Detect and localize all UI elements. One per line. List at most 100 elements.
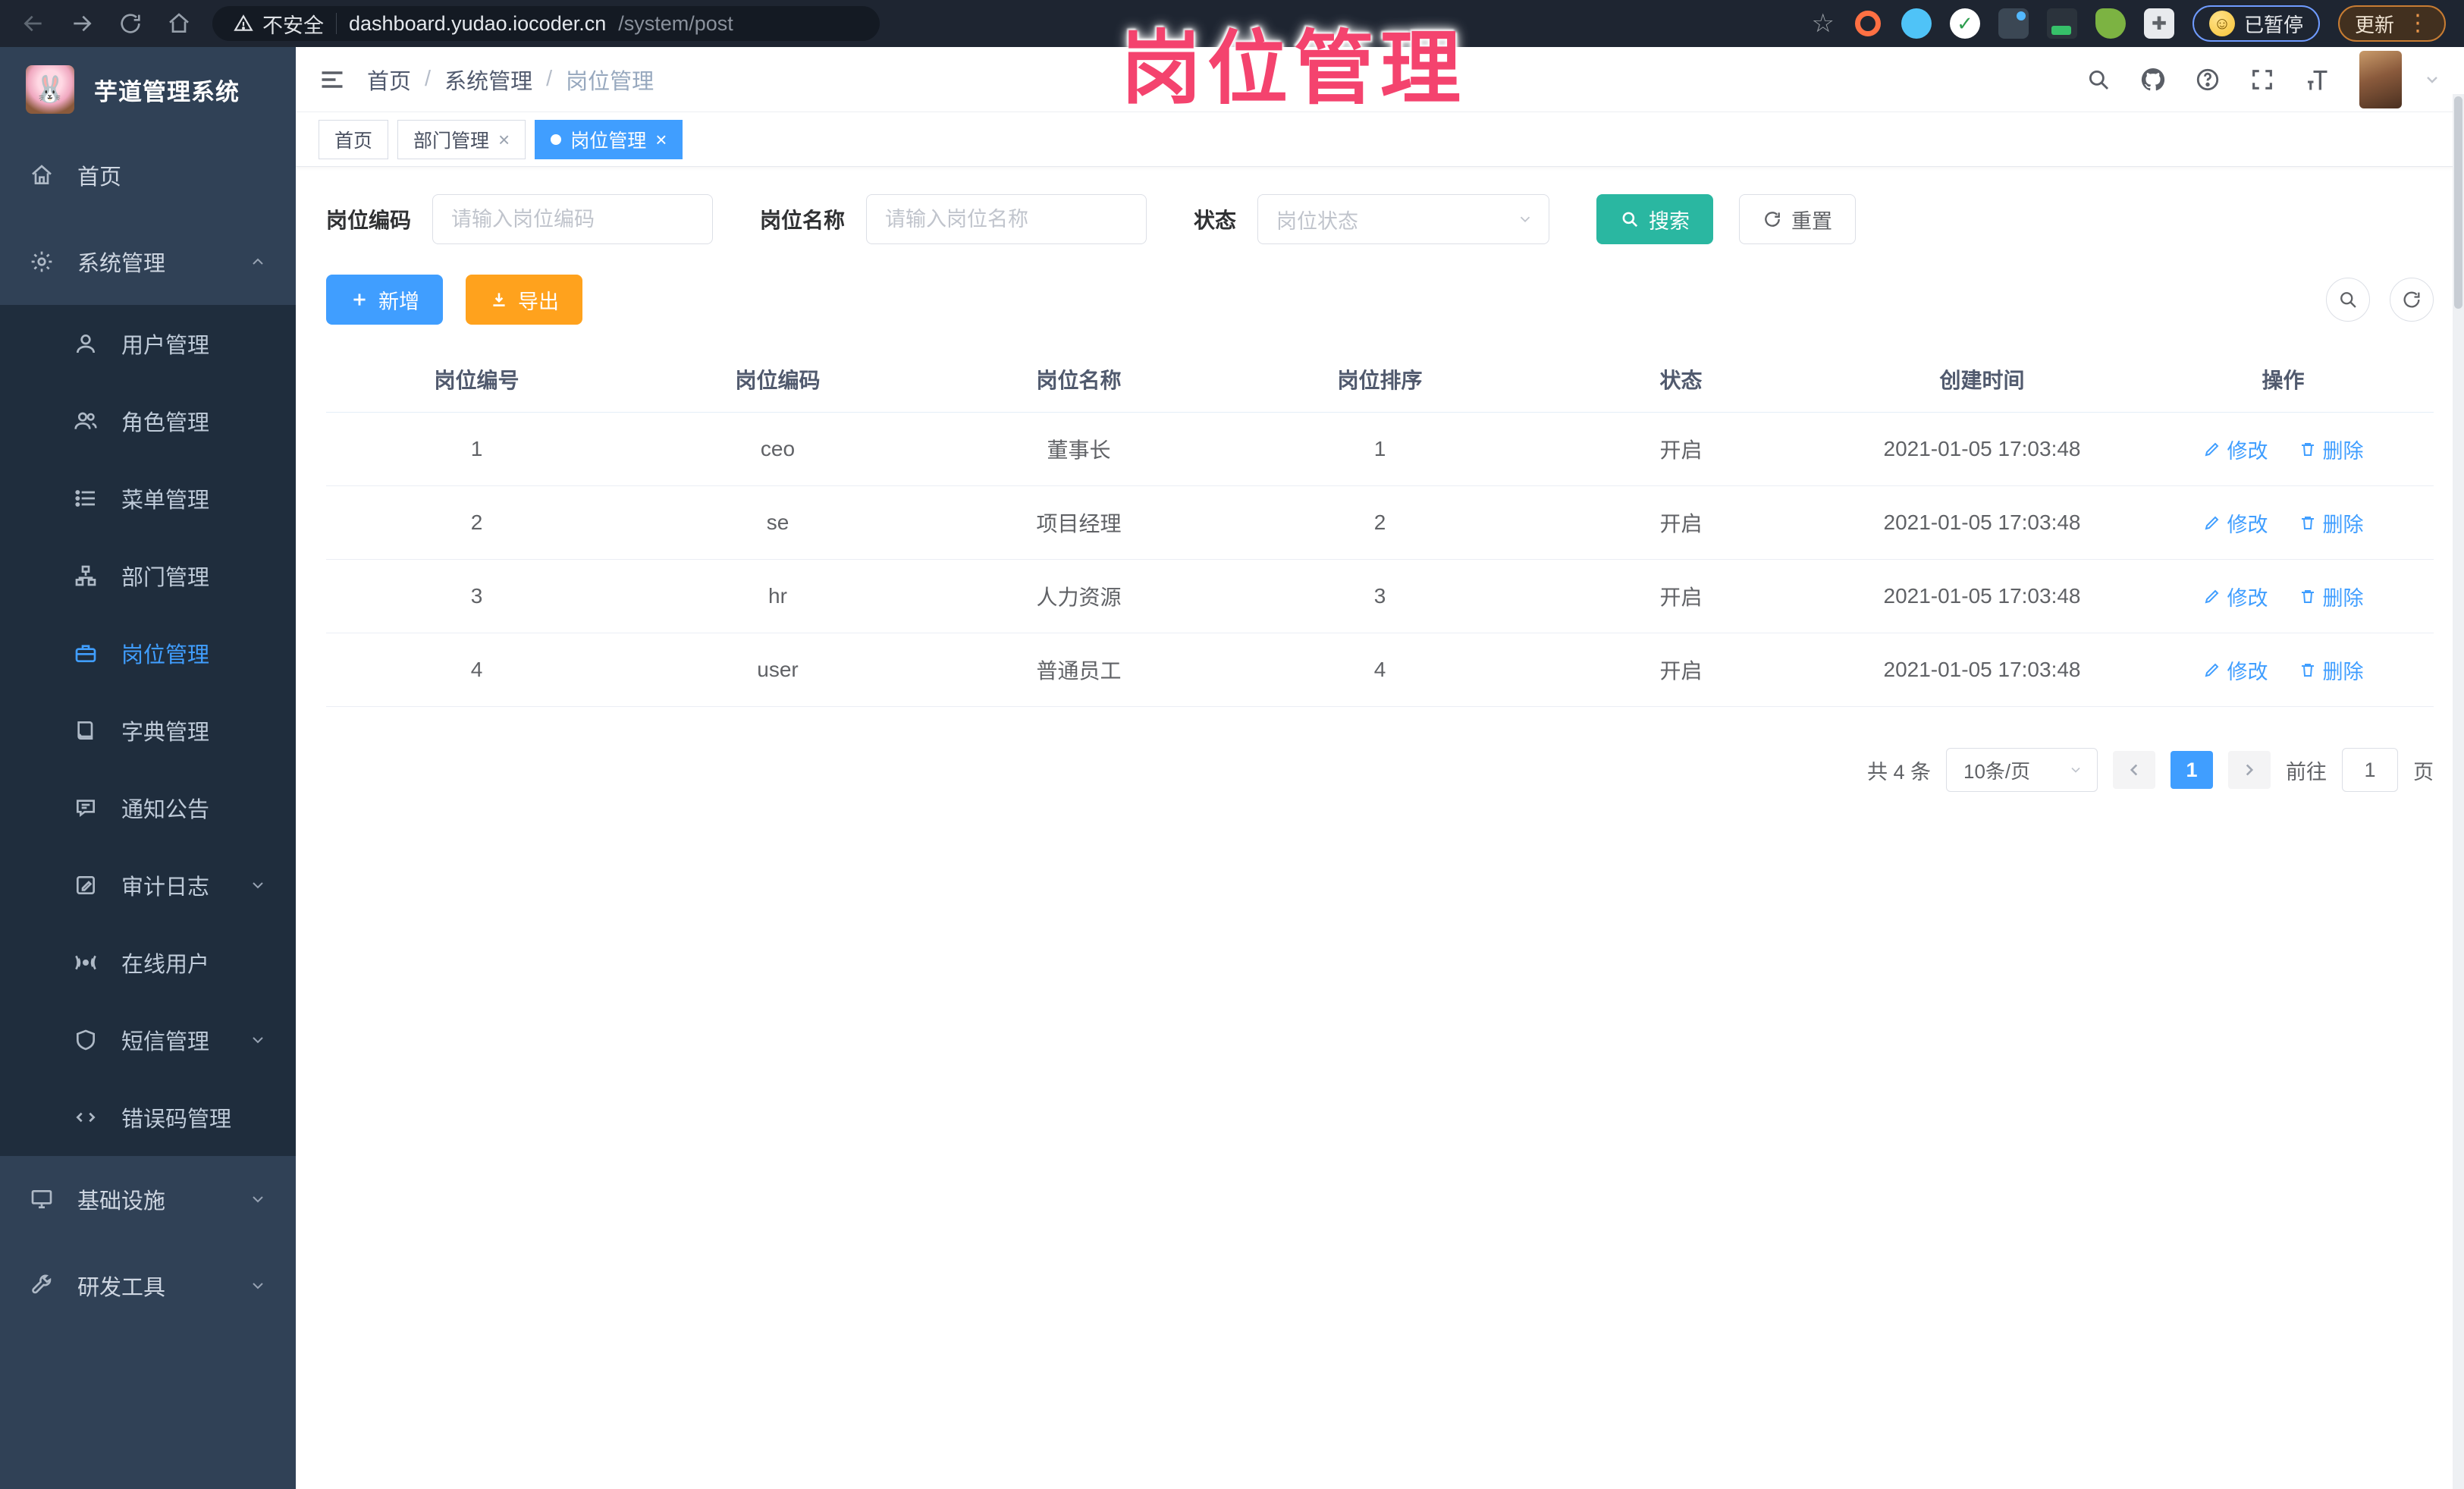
goto-page-input[interactable] [2342,748,2398,792]
update-label: 更新 [2354,13,2394,36]
search-icon[interactable] [2082,63,2115,96]
cell-post-sort: 3 [1373,584,1386,608]
search-button[interactable]: 搜索 [1596,194,1714,244]
reset-button[interactable]: 重置 [1739,194,1857,244]
table-row: 2 se 项目经理 2 开启 2021-01-05 17:03:48 修改 删除 [326,486,2434,560]
browser-forward-icon[interactable] [67,8,97,39]
extension-icon-3[interactable]: ✓ [1949,8,1980,39]
page-unit-label: 页 [2413,760,2434,784]
status-select[interactable]: 岗位状态 [1257,194,1550,244]
sidebar-toggle-icon[interactable] [319,66,346,93]
next-page-button[interactable] [2228,751,2271,789]
search-form: 岗位编码 岗位名称 状态 岗位状态 搜索 [326,194,2434,244]
cell-operations: 修改 删除 [2133,435,2434,464]
sidebar-item-devtools[interactable]: 研发工具 [0,1242,296,1329]
pencil-icon [2205,589,2218,604]
font-size-icon[interactable] [2300,63,2334,96]
page-size-select[interactable]: 10条/页 [1946,748,2098,792]
sidebar-item-auditlog[interactable]: 审计日志 [0,847,296,924]
bookmark-star-icon[interactable]: ☆ [1811,11,1834,36]
pencil-icon [2205,663,2218,677]
paused-badge[interactable]: ☺ 已暂停 [2192,5,2320,42]
refresh-table-button[interactable] [2390,278,2434,322]
delete-label: 删除 [2322,660,2364,683]
github-icon[interactable] [2136,63,2170,96]
sidebar-item-users[interactable]: 用户管理 [0,305,296,382]
users-icon [73,409,99,433]
sidebar-item-menus[interactable]: 菜单管理 [0,460,296,537]
chevron-down-icon [2068,762,2083,777]
breadcrumb-home[interactable]: 首页 [367,64,411,96]
sidebar-item-online-users[interactable]: 在线用户 [0,924,296,1001]
cell-created: 2021-01-05 17:03:48 [1883,510,2081,534]
edit-link[interactable]: 修改 [2203,508,2268,538]
security-label: 不安全 [262,14,324,37]
delete-link[interactable]: 删除 [2299,508,2364,538]
browser-refresh-icon[interactable] [115,8,146,39]
edit-link[interactable]: 修改 [2203,435,2268,464]
cell-post-name: 董事长 [1047,438,1111,462]
cell-post-code: ceo [760,437,796,460]
fullscreen-icon[interactable] [2246,63,2279,96]
status-label: 状态 [1194,209,1237,232]
sidebar-item-notice[interactable]: 通知公告 [0,769,296,847]
toggle-search-button[interactable] [2326,278,2370,322]
sidebar-item-infra[interactable]: 基础设施 [0,1156,296,1242]
close-icon[interactable]: × [655,130,667,149]
cell-post-name: 人力资源 [1036,586,1122,609]
sidebar-item-errorcode[interactable]: 错误码管理 [0,1079,296,1156]
tab-departments[interactable]: 部门管理 × [397,119,526,159]
signal-icon [73,950,99,975]
pagination: 共 4 条 10条/页 1 前往 页 [326,748,2434,792]
close-icon[interactable]: × [498,130,510,149]
sidebar-item-system[interactable]: 系统管理 [0,218,296,305]
sidebar-item-home[interactable]: 首页 [0,132,296,218]
post-code-input[interactable] [432,194,714,244]
window-scrollbar[interactable] [2453,94,2464,1489]
app-logo-row[interactable]: 🐰 芋道管理系统 [0,47,296,132]
security-warning[interactable]: 不安全 [234,9,324,39]
add-button[interactable]: 新增 [326,275,443,325]
sidebar-item-posts[interactable]: 岗位管理 [0,614,296,692]
sidebar-item-sms[interactable]: 短信管理 [0,1001,296,1079]
tab-posts[interactable]: 岗位管理 × [535,119,683,159]
address-bar[interactable]: 不安全 dashboard.yudao.iocoder.cn/system/po… [212,6,880,41]
chevron-down-icon[interactable] [2423,71,2441,89]
user-avatar[interactable] [2359,50,2402,108]
sidebar-item-departments[interactable]: 部门管理 [0,537,296,614]
extensions-puzzle-icon[interactable]: ✚ [2143,8,2174,39]
extension-icon-2[interactable] [1901,8,1932,39]
extension-icon-5[interactable] [2046,8,2077,39]
sidebar-item-roles[interactable]: 角色管理 [0,382,296,460]
browser-menu-icon[interactable]: ⋮ [2406,12,2429,35]
edit-link[interactable]: 修改 [2203,582,2268,611]
extension-icon-6[interactable] [2095,8,2126,39]
cell-post-id: 1 [470,437,483,460]
chevron-down-icon [249,1031,267,1049]
browser-update-button[interactable]: 更新 ⋮ [2337,5,2446,42]
delete-label: 删除 [2322,586,2364,610]
column-header: 岗位名称 [1036,368,1122,392]
delete-link[interactable]: 删除 [2299,435,2364,464]
breadcrumb-system[interactable]: 系统管理 [444,64,532,96]
delete-link[interactable]: 删除 [2299,582,2364,611]
edit-link[interactable]: 修改 [2203,655,2268,685]
post-name-input[interactable] [866,194,1147,244]
browser-back-icon[interactable] [18,8,49,39]
prev-page-button[interactable] [2113,751,2155,789]
scrollbar-thumb[interactable] [2454,96,2462,309]
help-icon[interactable] [2191,63,2224,96]
browser-home-icon[interactable] [164,8,194,39]
table-row: 1 ceo 董事长 1 开启 2021-01-05 17:03:48 修改 删除 [326,413,2434,486]
extension-icon-4[interactable] [1998,8,2029,39]
sidebar-item-dict[interactable]: 字典管理 [0,692,296,769]
code-icon [73,1105,99,1129]
export-button[interactable]: 导出 [466,275,582,325]
extension-icon-1[interactable] [1853,8,1883,39]
url-path: /system/post [618,11,733,35]
tab-home[interactable]: 首页 [319,119,389,159]
goto-label: 前往 [2286,760,2327,784]
page-number-active[interactable]: 1 [2171,751,2213,789]
refresh-icon [2403,291,2420,308]
delete-link[interactable]: 删除 [2299,655,2364,685]
